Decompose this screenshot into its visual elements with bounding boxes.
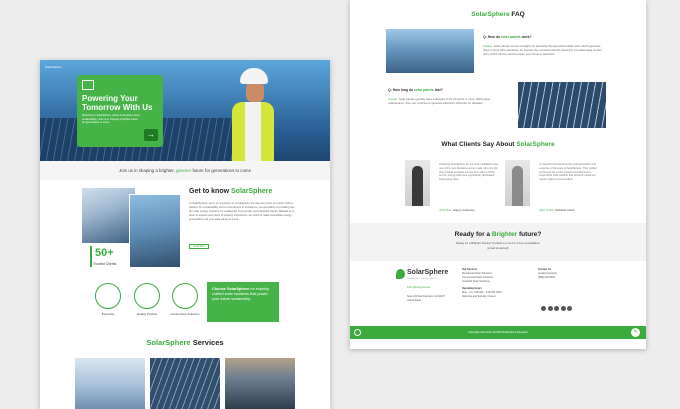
service-image-commercial <box>150 358 220 409</box>
footer-logo: SolarSphere <box>407 269 449 276</box>
faq-image-2 <box>518 82 606 128</box>
cta-email[interactable]: [email protected] <box>350 246 646 250</box>
hero-card: Powering Your Tomorrow With Us Welcome t… <box>77 75 163 147</box>
faq-page-preview: SolarSphere FAQ Q: How do solar panels w… <box>350 0 646 349</box>
customer-photo <box>505 160 530 206</box>
arrow-right-icon[interactable]: → <box>144 129 158 141</box>
choose-box: Choose SolarSphere for expertly crafted … <box>207 282 279 322</box>
lightbulb-icon <box>172 283 198 309</box>
feature-expertise: Expertise <box>88 283 128 316</box>
gear-icon <box>95 283 121 309</box>
footer-address: Suite 100 San Francisco, CA 94107 United… <box>407 295 445 302</box>
social-icons <box>541 298 574 316</box>
solar-panel-icon <box>82 80 94 90</box>
solarsphere-logo-icon <box>396 269 405 279</box>
feature-quality: Quality Product <box>127 283 167 316</box>
footer: SolarSphere Powering Your Tomorrow With … <box>350 261 646 326</box>
instagram-icon[interactable] <box>541 306 546 311</box>
testimonial-card: I'm beyond impressed by the professional… <box>505 160 601 214</box>
faq-heading: SolarSphere FAQ <box>471 11 525 18</box>
hero-section: SolarSphere Powering Your Tomorrow With … <box>40 60 330 161</box>
faq-answer-2: Answer: Solar panels typically have a li… <box>388 97 491 105</box>
faq-answer-1: Answer: Solar panels convert sunlight in… <box>483 44 602 56</box>
worker-image <box>210 68 280 161</box>
edit-icon[interactable]: ✎ <box>631 328 640 337</box>
about-image-1 <box>82 188 135 243</box>
about-image-2 <box>129 194 181 268</box>
stat-number: 50+ <box>95 247 114 259</box>
quality-icon <box>134 283 160 309</box>
testimonial-author: Jane Smith, Satisfied Client <box>539 208 575 212</box>
cta-section: Ready for a Brighter future? Ready for a… <box>350 223 646 261</box>
stat-divider <box>90 246 92 267</box>
services-heading: SolarSphere Services <box>146 338 224 347</box>
learn-more-button[interactable]: Learn More <box>189 244 209 249</box>
linkedin-icon[interactable] <box>567 306 572 311</box>
hero-subtitle: Welcome to SolarSphere, where innovation… <box>82 114 140 124</box>
faq-image-1 <box>386 29 474 73</box>
about-heading: Get to know SolarSphere <box>189 188 273 195</box>
customer-photo <box>405 160 430 206</box>
landing-page-preview: SolarSphere Powering Your Tomorrow With … <box>40 60 330 409</box>
testimonials-heading: What Clients Say About SolarSphere <box>441 141 555 148</box>
testimonial-author: John Doe, Happy Customer <box>439 208 475 212</box>
stat-label: Trusted Clients <box>93 262 117 266</box>
faq-question-1: Q: How do solar panels work? <box>483 35 532 39</box>
footer-logo-sub: Powering Your Tomorrow With Us <box>407 278 437 280</box>
service-image-residential <box>75 358 145 409</box>
hero-title: Powering Your Tomorrow With Us <box>82 94 153 112</box>
settings-icon[interactable] <box>354 329 361 336</box>
tagline: Join us in shaping a brighter, greener f… <box>40 161 330 180</box>
service-image-industrial <box>225 358 295 409</box>
copyright-bar: Copyright Information All 2024 SolarSphe… <box>350 326 646 339</box>
about-text: At SolarSphere, we're on a mission to re… <box>189 202 295 221</box>
faq-question-2: Q: How long do solar panels last? <box>388 88 443 92</box>
hero-logo: SolarSphere <box>45 65 62 69</box>
facebook-icon[interactable] <box>547 306 553 311</box>
twitter-icon[interactable] <box>554 306 559 311</box>
feature-custom: Customized Solutions <box>165 283 205 316</box>
cta-text: Ready for a Brighter Future? Contact us … <box>456 241 540 245</box>
footer-contact: Contact Us [email protected] (888) 000-0… <box>538 268 557 279</box>
testimonial-card: Choosing SolarSphere for our solar insta… <box>405 160 501 214</box>
footer-address-label: 123 Lightning Avenue <box>407 286 430 289</box>
cta-heading: Ready for a Brighter future? <box>454 231 542 238</box>
footer-services: Our Services Residential Solar Solutions… <box>462 268 503 298</box>
youtube-icon[interactable] <box>560 306 566 311</box>
